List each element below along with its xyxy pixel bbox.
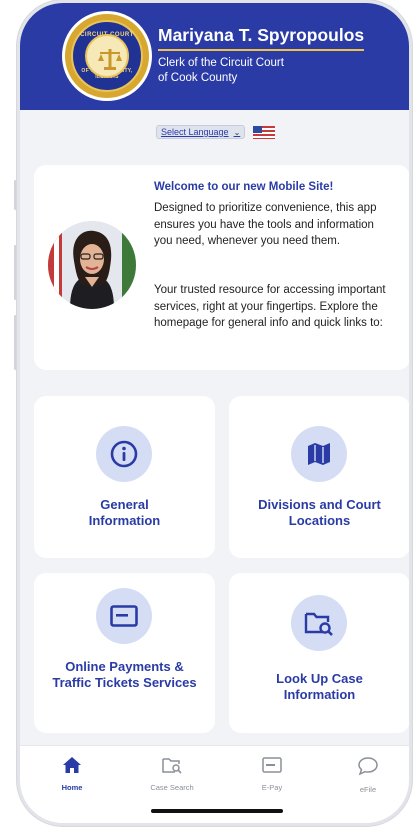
- tile-label: Divisions and Court Locations: [258, 497, 381, 528]
- epay-icon: [262, 757, 282, 773]
- clerk-name: Mariyana T. Spyropoulos: [158, 25, 365, 51]
- tile-general-information[interactable]: General Information: [34, 396, 215, 558]
- tile-online-payments[interactable]: Online Payments & Traffic Tickets Servic…: [34, 573, 215, 733]
- home-icon: [63, 757, 81, 773]
- nav-label: Case Search: [150, 783, 194, 792]
- bottom-nav: Home Case Search E-Pay eFile: [20, 745, 409, 823]
- language-select[interactable]: Select Language ⌄: [156, 125, 246, 139]
- court-seal-logo: CIRCUIT COURT OF COOK COUNTY, ILLINOIS: [62, 11, 152, 101]
- info-icon: [110, 440, 138, 468]
- office-line-1: Clerk of the Circuit Court: [158, 57, 284, 69]
- language-select-label: Select Language: [161, 127, 229, 137]
- folder-search-icon: [304, 612, 333, 636]
- nav-item-home[interactable]: Home: [32, 756, 112, 792]
- map-icon: [308, 443, 330, 465]
- nav-label: Home: [61, 783, 83, 792]
- welcome-card: Welcome to our new Mobile Site! Designed…: [34, 165, 409, 370]
- app-header: CIRCUIT COURT OF COOK COUNTY, ILLINOIS M…: [20, 3, 409, 110]
- nav-label: E-Pay: [261, 783, 283, 792]
- us-flag-icon: [253, 125, 276, 139]
- phone-frame: CIRCUIT COURT OF COOK COUNTY, ILLINOIS M…: [17, 0, 412, 826]
- info-icon-badge: [96, 426, 152, 482]
- nav-item-efile[interactable]: eFile: [328, 756, 408, 794]
- tile-label: Look Up Case Information: [276, 671, 363, 702]
- map-icon-badge: [291, 426, 347, 482]
- chat-bubble-icon: [358, 757, 378, 776]
- office-line-2: of Cook County: [158, 72, 238, 84]
- language-bar: Select Language ⌄: [156, 123, 276, 141]
- payment-card-icon: [110, 605, 138, 627]
- welcome-paragraph-2: Your trusted resource for accessing impo…: [154, 284, 386, 329]
- welcome-title: Welcome to our new Mobile Site!: [154, 181, 334, 193]
- tile-label: Online Payments & Traffic Tickets Servic…: [52, 659, 197, 690]
- nav-item-case-search[interactable]: Case Search: [132, 756, 212, 792]
- welcome-paragraph-1: Designed to prioritize convenience, this…: [154, 202, 377, 247]
- tile-label: General Information: [88, 497, 161, 528]
- case-search-icon: [162, 758, 182, 774]
- home-indicator: [151, 809, 283, 813]
- folder-search-icon-badge: [291, 595, 347, 651]
- nav-item-epay[interactable]: E-Pay: [232, 756, 312, 792]
- clerk-portrait: [48, 221, 136, 309]
- tile-case-lookup[interactable]: Look Up Case Information: [229, 573, 409, 733]
- tile-divisions-locations[interactable]: Divisions and Court Locations: [229, 396, 409, 558]
- payment-card-icon-badge: [96, 588, 152, 644]
- nav-label: eFile: [359, 785, 377, 794]
- chevron-down-icon: ⌄: [233, 127, 241, 137]
- clerk-office: Clerk of the Circuit Court of Cook Count…: [158, 56, 358, 86]
